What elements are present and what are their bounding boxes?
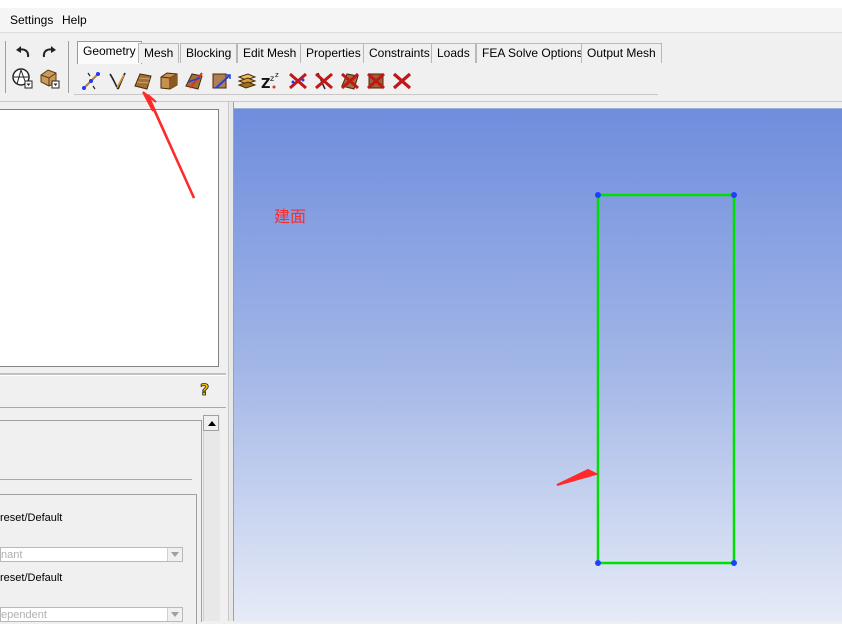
transform-geometry-icon[interactable] xyxy=(210,70,232,92)
panel-divider xyxy=(0,407,226,408)
toolbar-separator xyxy=(68,41,69,93)
geometry-tolerance-icon[interactable]: Zzz xyxy=(260,70,282,92)
tab-geometry[interactable]: Geometry xyxy=(77,41,142,64)
create-surface-icon[interactable] xyxy=(132,70,154,92)
tab-blocking[interactable]: Blocking xyxy=(180,43,238,63)
delete-body-icon[interactable] xyxy=(365,70,387,92)
panel-separator xyxy=(0,373,226,376)
repair-geometry-icon[interactable] xyxy=(184,70,206,92)
tab-properties[interactable]: Properties xyxy=(300,43,367,63)
annotation-label: 建面 xyxy=(274,207,307,226)
select-2[interactable]: ependent xyxy=(0,607,183,622)
model-tree[interactable] xyxy=(0,109,219,367)
menu-bar: Settings Help xyxy=(0,8,842,33)
create-curve-icon[interactable] xyxy=(106,70,128,92)
scrollbar[interactable] xyxy=(203,415,220,621)
graphics-viewport[interactable]: 建面 xyxy=(234,108,842,622)
select-1-value: nant xyxy=(1,549,23,561)
tab-constraints[interactable]: Constraints xyxy=(363,43,436,63)
svg-text:?: ? xyxy=(200,380,209,398)
tab-edit-mesh[interactable]: Edit Mesh xyxy=(237,43,303,63)
delete-curve-icon[interactable] xyxy=(313,70,335,92)
toolbar-area: Geometry Mesh Blocking Edit Mesh Propert… xyxy=(0,33,842,102)
default-label-1: reset/Default xyxy=(0,512,63,524)
menu-settings[interactable]: Settings xyxy=(10,13,53,27)
redo-icon[interactable] xyxy=(38,41,60,63)
toolbar-separator xyxy=(5,41,6,93)
chevron-down-icon[interactable] xyxy=(167,548,182,561)
tab-loads[interactable]: Loads xyxy=(431,43,476,63)
restore-geometry-icon[interactable] xyxy=(236,70,258,92)
select-1[interactable]: nant xyxy=(0,547,183,562)
select-2-value: ependent xyxy=(1,609,47,621)
help-icon[interactable]: ? xyxy=(198,380,214,400)
display-mode-icon[interactable] xyxy=(11,67,33,89)
delete-any-entity-icon[interactable] xyxy=(391,70,413,92)
tab-fea-solve-options[interactable]: FEA Solve Options xyxy=(476,43,589,63)
solid-display-icon[interactable] xyxy=(38,67,60,89)
default-label-2: reset/Default xyxy=(0,572,63,584)
form-divider xyxy=(0,479,192,480)
scroll-up-arrow-icon[interactable] xyxy=(203,415,219,431)
tab-mesh[interactable]: Mesh xyxy=(138,43,180,63)
menu-help[interactable]: Help xyxy=(62,13,87,27)
tab-baseline xyxy=(74,94,658,95)
create-body-icon[interactable] xyxy=(158,70,180,92)
tab-output-mesh[interactable]: Output Mesh xyxy=(581,43,662,63)
undo-icon[interactable] xyxy=(12,41,34,63)
delete-point-icon[interactable] xyxy=(287,70,309,92)
create-point-icon[interactable] xyxy=(80,70,102,92)
delete-surface-icon[interactable] xyxy=(339,70,361,92)
svg-text:z: z xyxy=(275,71,279,79)
chevron-down-icon[interactable] xyxy=(167,608,182,621)
svg-text:z: z xyxy=(270,74,274,83)
left-panel: ? reset/Default nant reset/Default epend… xyxy=(0,102,228,624)
window-top-strip xyxy=(0,0,842,8)
